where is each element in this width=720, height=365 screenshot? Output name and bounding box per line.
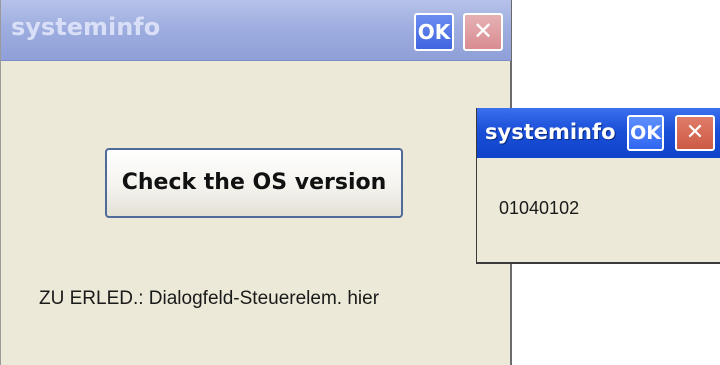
popup-window-title: systeminfo (485, 120, 616, 144)
main-window-ok-button[interactable]: OK (414, 13, 454, 51)
close-icon: ✕ (472, 17, 494, 45)
os-version-value: 01040102 (499, 198, 580, 218)
popup-window-titlebar[interactable]: systeminfo OK ✕ (477, 108, 720, 158)
main-window-titlebar[interactable]: systeminfo OK ✕ (1, 0, 511, 61)
close-icon: ✕ (685, 120, 705, 145)
main-window-close-button[interactable]: ✕ (463, 13, 503, 51)
systeminfo-popup-window: systeminfo OK ✕ 01040102 (476, 108, 720, 264)
popup-window-ok-button[interactable]: OK (627, 115, 664, 151)
main-window-title: systeminfo (11, 13, 161, 41)
todo-static-label: ZU ERLED.: Dialogfeld-Steuerelem. hier (39, 288, 380, 309)
popup-window-close-button[interactable]: ✕ (675, 115, 715, 151)
check-os-version-button[interactable]: Check the OS version (105, 148, 403, 218)
desktop-canvas: systeminfo OK ✕ Check the OS version ZU … (0, 0, 720, 365)
systeminfo-main-window: systeminfo OK ✕ Check the OS version ZU … (0, 0, 512, 365)
